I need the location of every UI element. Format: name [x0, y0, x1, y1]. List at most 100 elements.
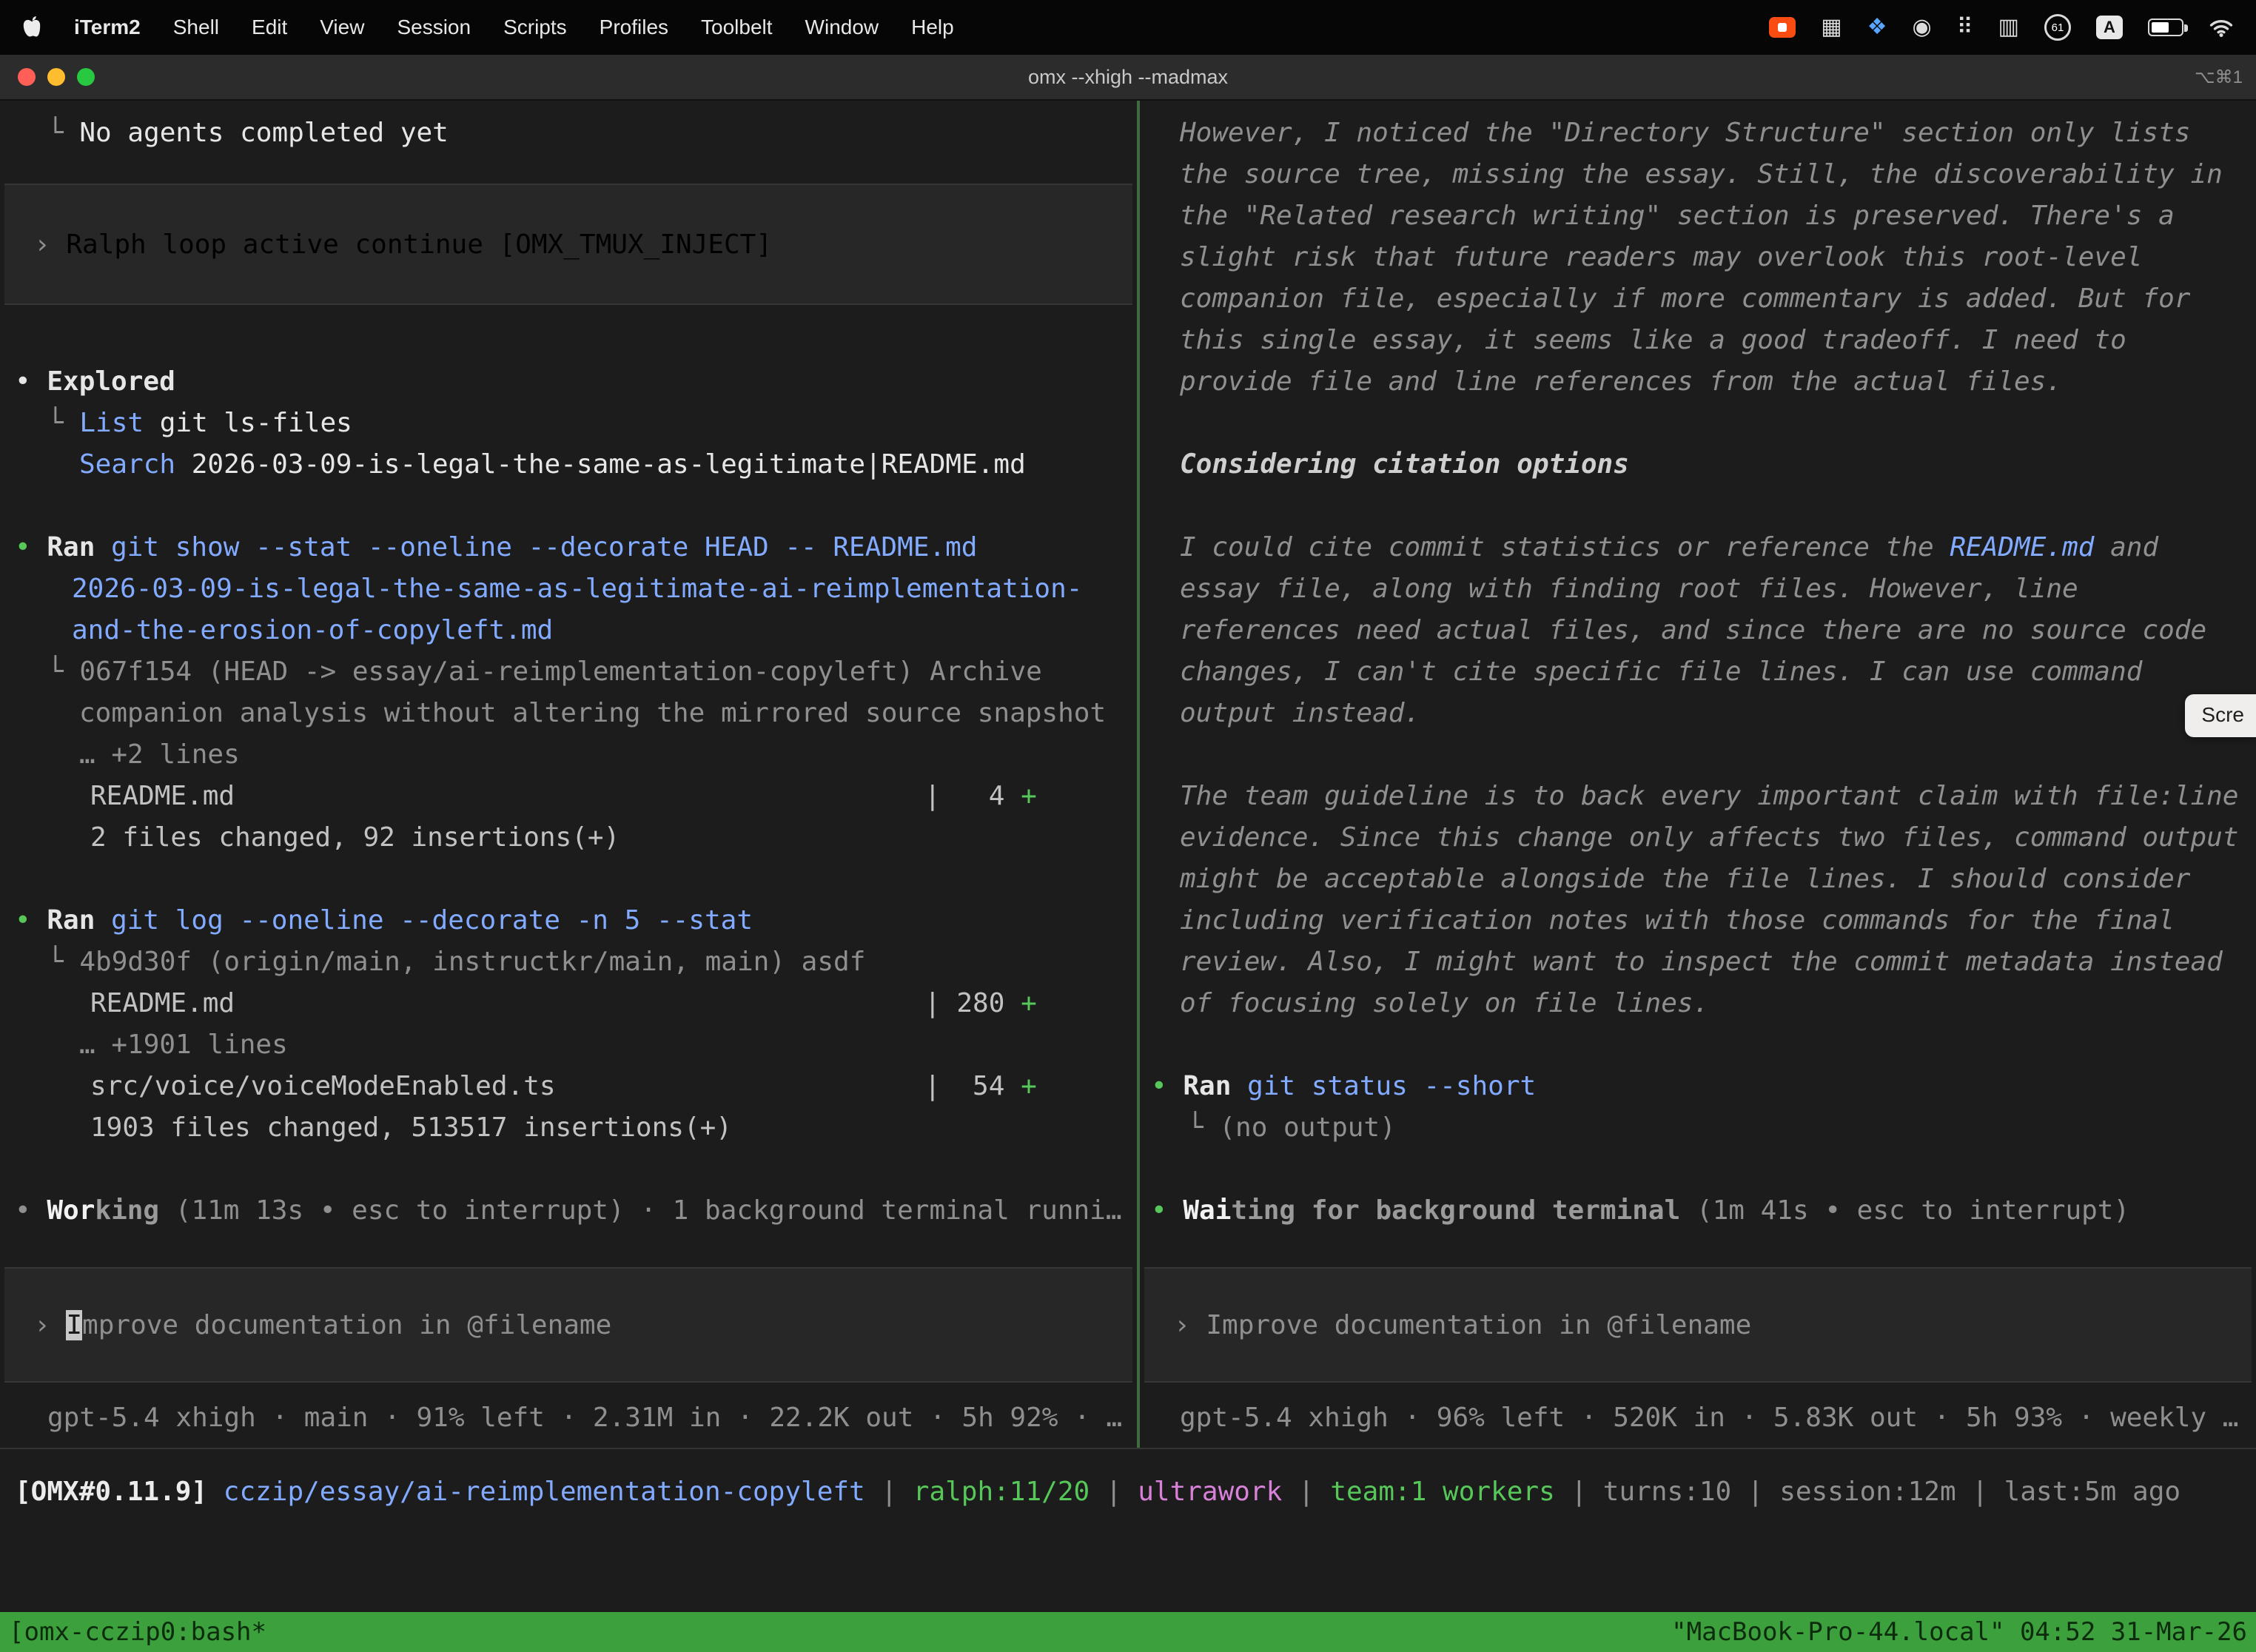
- menu-edit[interactable]: Edit: [252, 16, 287, 39]
- menu-view[interactable]: View: [320, 16, 364, 39]
- circle-app-icon[interactable]: ◉: [1912, 16, 1931, 38]
- diffstat-text: README.md | 280: [90, 988, 1021, 1018]
- grid-icon[interactable]: ▦: [1821, 16, 1842, 38]
- text-cursor: I: [66, 1310, 82, 1340]
- window-title-bar[interactable]: omx --xhigh --madmax ⌥⌘1: [0, 55, 2256, 101]
- bullet-icon: •: [15, 366, 47, 397]
- git-status-command: git status --short: [1247, 1071, 1536, 1101]
- no-agents-line: └ No agents completed yet: [0, 113, 1137, 154]
- battery-icon[interactable]: [2148, 19, 2183, 36]
- reasoning-paragraph-1: However, I noticed the "Directory Struct…: [1140, 113, 2256, 403]
- bullet-icon: •: [15, 905, 47, 936]
- readme-link: README.md: [1950, 532, 2094, 563]
- tmux-panes: └ No agents completed yet › Ralph loop a…: [0, 101, 2256, 1448]
- list-action: List: [79, 408, 144, 438]
- menu-window[interactable]: Window: [805, 16, 879, 39]
- menu-scripts[interactable]: Scripts: [503, 16, 567, 39]
- working-shimmer: Wor: [47, 1195, 95, 1226]
- apple-menu-icon[interactable]: [22, 16, 41, 39]
- no-agents-text: No agents completed yet: [79, 118, 449, 148]
- input-source-icon[interactable]: A: [2096, 16, 2123, 39]
- minimize-button[interactable]: [47, 68, 65, 86]
- bullet-icon: •: [15, 1195, 47, 1226]
- session-stats: turns:10 | session:12m | last:5m ago: [1603, 1477, 2181, 1507]
- diffstat-text: README.md | 4: [90, 781, 1021, 811]
- reasoning-text: I could cite commit statistics or refere…: [1180, 532, 1950, 563]
- list-args: git ls-files: [144, 408, 352, 438]
- blue-app-icon[interactable]: ❖: [1867, 16, 1887, 38]
- waiting-label: ting for background terminal: [1231, 1195, 1680, 1226]
- ralph-loop-text: Ralph loop active continue [OMX_TMUX_INJ…: [66, 229, 772, 260]
- working-label: king: [95, 1195, 159, 1226]
- reasoning-line: output instead.: [1140, 693, 2256, 734]
- reasoning-line: The team guideline is to back every impo…: [1140, 776, 2256, 817]
- menu-iterm2[interactable]: iTerm2: [74, 16, 141, 39]
- diffstat-summary: 2 files changed, 92 insertions(+): [0, 817, 1137, 859]
- search-args: 2026-03-09-is-legal-the-same-as-legitima…: [175, 449, 1026, 480]
- reasoning-line: including verification notes with those …: [1140, 900, 2256, 941]
- terminal-area: └ No agents completed yet › Ralph loop a…: [0, 101, 2256, 1612]
- bullet-icon: •: [1151, 1071, 1183, 1101]
- reasoning-line: the source tree, missing the essay. Stil…: [1140, 154, 2256, 195]
- zoom-button[interactable]: [77, 68, 95, 86]
- diffstat-text: src/voice/voiceModeEnabled.ts | 54: [90, 1071, 1021, 1101]
- log-commit-message: 4b9d30f (origin/main, instructkr/main, m…: [79, 947, 865, 977]
- tree-glyph: └: [47, 947, 79, 977]
- reasoning-line: this single essay, it seems like a good …: [1140, 320, 2256, 361]
- tree-glyph: └: [47, 657, 79, 687]
- tree-glyph: └: [47, 118, 79, 148]
- dots-grid-icon[interactable]: ⠿: [1957, 16, 1973, 38]
- more-lines-indicator: … +2 lines: [0, 734, 1137, 776]
- bullet-icon: •: [15, 532, 47, 563]
- screen-recording-indicator[interactable]: [1769, 17, 1796, 38]
- battery-percent-gauge-icon[interactable]: 61: [2044, 14, 2071, 41]
- diffstat-line: src/voice/voiceModeEnabled.ts | 54 +: [0, 1066, 1137, 1107]
- git-show-command: git show --stat --oneline --decorate HEA…: [111, 532, 977, 563]
- wifi-icon[interactable]: [2209, 18, 2234, 38]
- ran-label: Ran: [47, 905, 111, 936]
- left-terminal-pane[interactable]: └ No agents completed yet › Ralph loop a…: [0, 101, 1140, 1448]
- reasoning-line: review. Also, I might want to inspect th…: [1140, 941, 2256, 983]
- reasoning-line: might be acceptable alongside the file l…: [1140, 859, 2256, 900]
- screen-share-tooltip[interactable]: Scre: [2185, 694, 2256, 737]
- essay-filename-line1: 2026-03-09-is-legal-the-same-as-legitima…: [0, 568, 1137, 610]
- menu-help[interactable]: Help: [911, 16, 954, 39]
- prompt-chevron-icon: ›: [34, 1310, 66, 1340]
- battery-percent-value: 61: [2052, 21, 2064, 34]
- reasoning-paragraph-2: essay file, along with finding root file…: [1140, 568, 2256, 734]
- waiting-shimmer: Wai: [1183, 1195, 1231, 1226]
- prompt-input-right[interactable]: › Improve documentation in @filename: [1144, 1267, 2252, 1383]
- diffstat-line: README.md | 280 +: [0, 983, 1137, 1024]
- diffstat-summary: 1903 files changed, 513517 insertions(+): [0, 1107, 1137, 1149]
- omx-branch: cczip/essay/ai-reimplementation-copyleft: [207, 1477, 865, 1507]
- prompt-input-left[interactable]: › Improve documentation in @filename: [4, 1267, 1132, 1383]
- menu-toolbelt[interactable]: Toolbelt: [701, 16, 773, 39]
- ran-git-status-line: • Ran git status --short: [1140, 1066, 2256, 1107]
- reasoning-paragraph-3: The team guideline is to back every impo…: [1140, 776, 2256, 1024]
- ran-git-log-line: • Ran git log --oneline --decorate -n 5 …: [0, 900, 1137, 941]
- battery-fill: [2152, 22, 2169, 33]
- commit-line: └ 067f154 (HEAD -> essay/ai-reimplementa…: [0, 651, 1137, 693]
- menu-profiles[interactable]: Profiles: [600, 16, 668, 39]
- menu-session[interactable]: Session: [397, 16, 471, 39]
- reasoning-text: and: [2094, 532, 2158, 563]
- waiting-status-line: • Waiting for background terminal (1m 41…: [1140, 1190, 2256, 1232]
- right-terminal-pane[interactable]: However, I noticed the "Directory Struct…: [1140, 101, 2256, 1448]
- menu-shell[interactable]: Shell: [173, 16, 219, 39]
- diffstat-line: README.md | 4 +: [0, 776, 1137, 817]
- reasoning-line: changes, I can't cite specific file line…: [1140, 651, 2256, 693]
- commit-line-cont: companion analysis without altering the …: [0, 693, 1137, 734]
- stats-icon[interactable]: ▥: [1998, 16, 2019, 38]
- ralph-progress: ralph:11/20: [913, 1477, 1090, 1507]
- prompt-placeholder: Improve documentation in @filename: [1206, 1310, 1751, 1340]
- ultrawork-mode: ultrawork: [1138, 1477, 1282, 1507]
- traffic-lights: [0, 68, 95, 86]
- macos-menu-bar: iTerm2 Shell Edit View Session Scripts P…: [0, 0, 2256, 55]
- diffstat-plus: +: [1021, 988, 1037, 1018]
- search-action: Search: [79, 449, 175, 480]
- close-button[interactable]: [18, 68, 36, 86]
- prompt-chevron-icon: ›: [34, 229, 66, 260]
- more-lines-indicator: … +1901 lines: [0, 1024, 1137, 1066]
- diffstat-plus: +: [1021, 1071, 1037, 1101]
- no-output-text: (no output): [1219, 1112, 1395, 1143]
